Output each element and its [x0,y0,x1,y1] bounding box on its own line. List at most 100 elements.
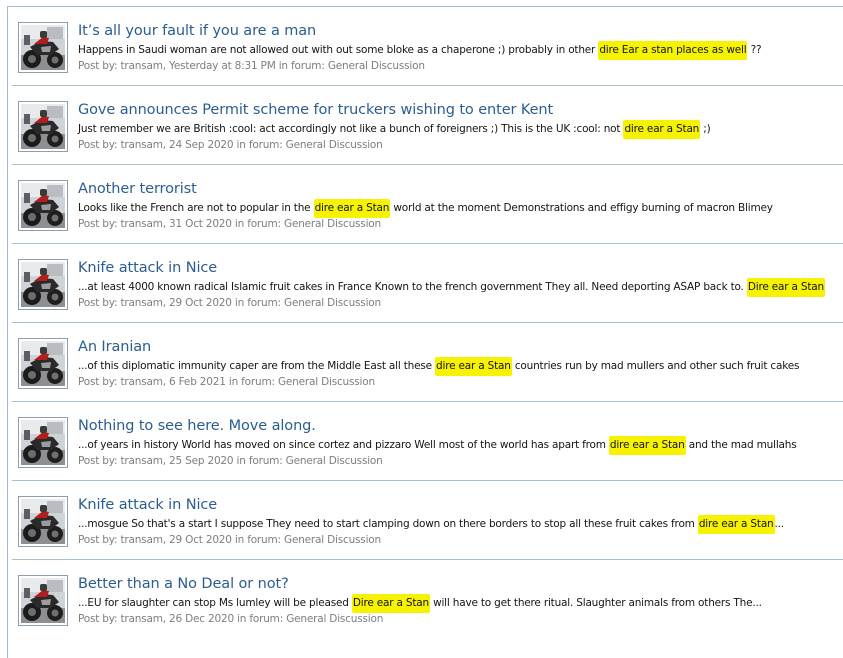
result-title-link[interactable]: Knife attack in Nice [78,496,843,514]
snippet-text-before: ...of years in history World has moved o… [78,439,609,451]
post-date: 26 Dec 2020 [169,613,234,625]
in-forum-label: in forum: [234,297,281,309]
snippet-text-before: Just remember we are British :cool: act … [78,123,624,135]
post-date: 25 Sep 2020 [169,455,234,467]
motorcycle-avatar-icon [21,499,65,544]
snippet-text-before: ...of this diplomatic immunity caper are… [78,360,436,372]
result-meta: Post by: transam, 29 Oct 2020 in forum: … [78,534,381,546]
author-link[interactable]: transam [121,376,163,388]
snippet-text-after: world at the moment Demonstrations and e… [390,202,773,214]
in-forum-label: in forum: [234,534,281,546]
author-link[interactable]: transam [121,297,163,309]
result-title-link[interactable]: Nothing to see here. Move along. [78,417,843,435]
author-avatar[interactable] [18,338,68,389]
post-date: 29 Oct 2020 [169,534,232,546]
snippet-text-after: ;) [700,123,711,135]
forum-link[interactable]: General Discussion [278,376,375,388]
post-date: 29 Oct 2020 [169,297,232,309]
result-snippet: Looks like the French are not to popular… [78,199,843,218]
forum-link[interactable]: General Discussion [284,218,381,230]
search-results-panel: It’s all your fault if you are a man Hap… [7,6,843,658]
posted-by-label: Post by: [78,534,118,546]
author-link[interactable]: transam [121,534,163,546]
in-forum-label: in forum: [236,139,283,151]
result-meta: Post by: transam, 25 Sep 2020 in forum: … [78,455,383,467]
forum-link[interactable]: General Discussion [286,139,383,151]
author-link[interactable]: transam [121,60,163,72]
forum-link[interactable]: General Discussion [286,613,383,625]
search-results-list: It’s all your fault if you are a man Hap… [8,7,843,639]
author-link[interactable]: transam [121,139,163,151]
motorcycle-avatar-icon [21,420,65,465]
snippet-highlight: dire ear a Stan [313,199,391,218]
snippet-highlight: Dire ear a Stan [351,594,430,613]
result-content: Nothing to see here. Move along. ...of y… [78,417,843,468]
post-date: 24 Sep 2020 [169,139,234,151]
result-content: An Iranian ...of this diplomatic immunit… [78,338,843,389]
result-title-link[interactable]: It’s all your fault if you are a man [78,22,843,40]
in-forum-label: in forum: [278,60,325,72]
snippet-highlight: dire ear a Stan [608,436,686,455]
snippet-text-after: countries run by mad mullers and other s… [511,360,800,372]
result-snippet: ...of this diplomatic immunity caper are… [78,357,843,376]
result-meta: Post by: transam, 6 Feb 2021 in forum: G… [78,376,375,388]
posted-by-label: Post by: [78,218,118,230]
motorcycle-avatar-icon [21,578,65,623]
author-avatar[interactable] [18,259,68,310]
motorcycle-avatar-icon [21,341,65,386]
result-snippet: ...EU for slaughter can stop Ms lumley w… [78,594,843,613]
post-date: 6 Feb 2021 [169,376,226,388]
search-result-item: Knife attack in Nice ...mosgue So that's… [12,481,843,560]
search-result-item: Nothing to see here. Move along. ...of y… [12,402,843,481]
posted-by-label: Post by: [78,139,118,151]
posted-by-label: Post by: [78,613,118,625]
result-meta: Post by: transam, 24 Sep 2020 in forum: … [78,139,383,151]
motorcycle-avatar-icon [21,104,65,149]
forum-link[interactable]: General Discussion [286,455,383,467]
search-result-item: Better than a No Deal or not? ...EU for … [12,560,843,639]
result-content: Another terrorist Looks like the French … [78,180,843,231]
posted-by-label: Post by: [78,297,118,309]
snippet-text-before: ...at least 4000 known radical Islamic f… [78,281,747,293]
result-snippet: Happens in Saudi woman are not allowed o… [78,41,843,60]
in-forum-label: in forum: [228,376,275,388]
post-date: Yesterday at 8:31 PM [169,60,276,72]
result-snippet: ...mosgue So that's a start I suppose Th… [78,515,843,534]
result-content: It’s all your fault if you are a man Hap… [78,22,843,73]
author-link[interactable]: transam [121,613,163,625]
snippet-text-after: ?? [747,44,762,56]
search-result-item: Another terrorist Looks like the French … [12,165,843,244]
result-content: Gove announces Permit scheme for trucker… [78,101,843,152]
author-avatar[interactable] [18,417,68,468]
snippet-text-before: ...mosgue So that's a start I suppose Th… [78,518,698,530]
forum-link[interactable]: General Discussion [284,534,381,546]
in-forum-label: in forum: [236,455,283,467]
post-date: 31 Oct 2020 [169,218,232,230]
snippet-highlight: dire ear a Stan [435,357,512,376]
author-link[interactable]: transam [121,218,163,230]
author-avatar[interactable] [18,496,68,547]
search-result-item: Knife attack in Nice ...at least 4000 kn… [12,244,843,323]
author-avatar[interactable] [18,575,68,626]
result-title-link[interactable]: An Iranian [78,338,843,356]
author-link[interactable]: transam [121,455,163,467]
forum-link[interactable]: General Discussion [328,60,425,72]
result-title-link[interactable]: Another terrorist [78,180,843,198]
author-avatar[interactable] [18,180,68,231]
result-title-link[interactable]: Knife attack in Nice [78,259,843,277]
snippet-text-after: will have to get there ritual. Slaughter… [429,597,762,609]
search-result-item: It’s all your fault if you are a man Hap… [12,7,843,86]
author-avatar[interactable] [18,101,68,152]
posted-by-label: Post by: [78,455,118,467]
result-title-link[interactable]: Better than a No Deal or not? [78,575,843,593]
result-title-link[interactable]: Gove announces Permit scheme for trucker… [78,101,843,119]
snippet-text-before: Looks like the French are not to popular… [78,202,314,214]
result-snippet: Just remember we are British :cool: act … [78,120,843,139]
forum-link[interactable]: General Discussion [284,297,381,309]
motorcycle-avatar-icon [21,262,65,307]
posted-by-label: Post by: [78,60,118,72]
author-avatar[interactable] [18,22,68,73]
in-forum-label: in forum: [234,218,281,230]
snippet-text-after: ... [774,518,785,530]
motorcycle-avatar-icon [21,183,65,228]
